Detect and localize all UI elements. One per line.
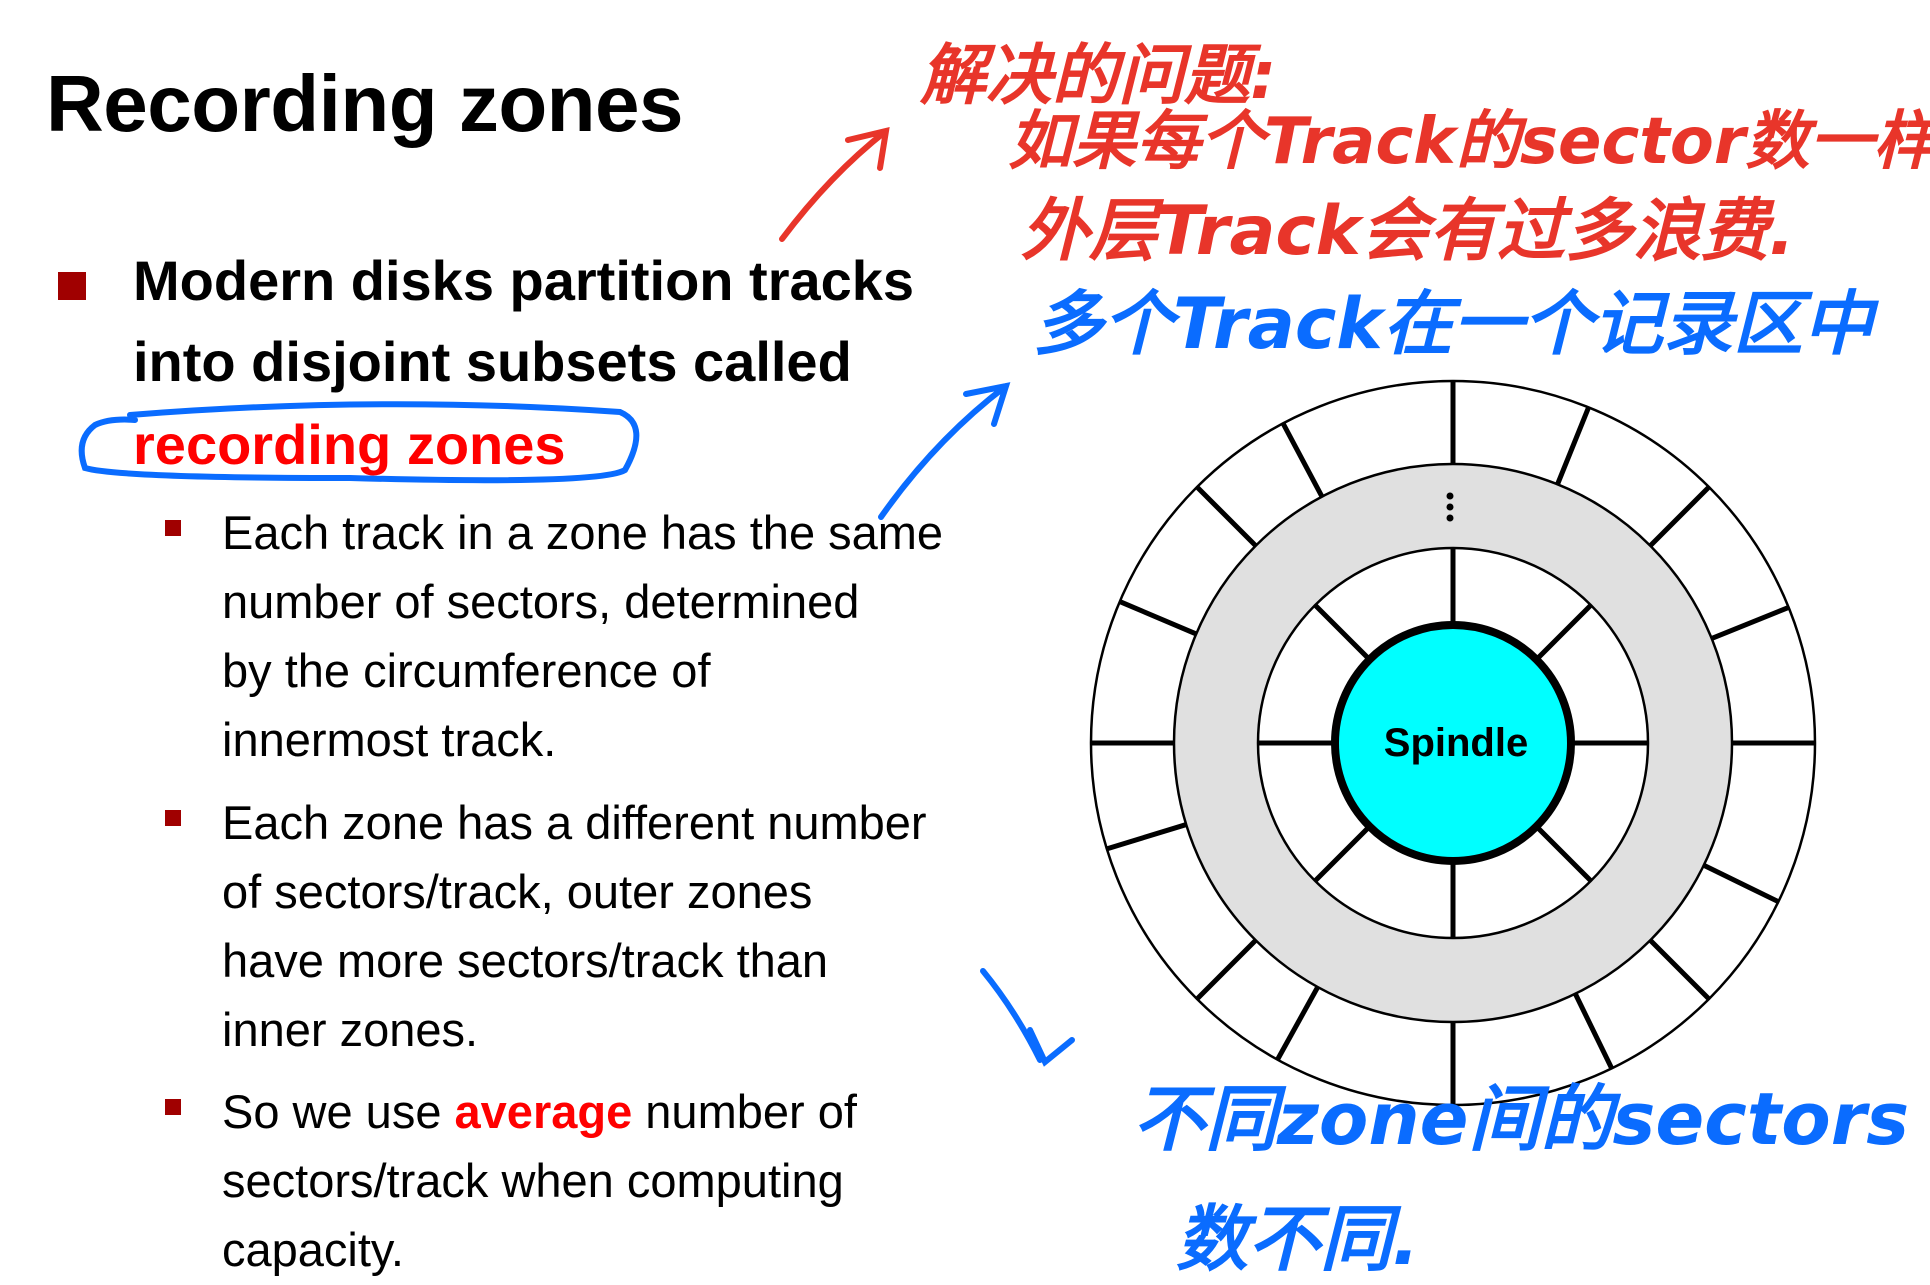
ellipsis-icon	[1446, 492, 1454, 522]
spindle-label: Spindle	[1384, 721, 1528, 765]
annotation-red: 如果每个Track的sector数一样,	[1008, 105, 1930, 179]
blue-arrow-icon	[878, 382, 1011, 520]
red-arrow-icon	[779, 127, 890, 242]
annotation-blue: 多个Track在一个记录区中	[1033, 283, 1873, 365]
blue-arrow-down-icon	[980, 968, 1075, 1067]
annotation-blue: 不同zone间的sectors	[1133, 1077, 1910, 1161]
highlight-ellipse	[78, 401, 640, 484]
annotation-red: 外层Track会有过多浪费.	[1021, 192, 1795, 271]
annotation-blue: 数不同.	[1176, 1197, 1420, 1281]
